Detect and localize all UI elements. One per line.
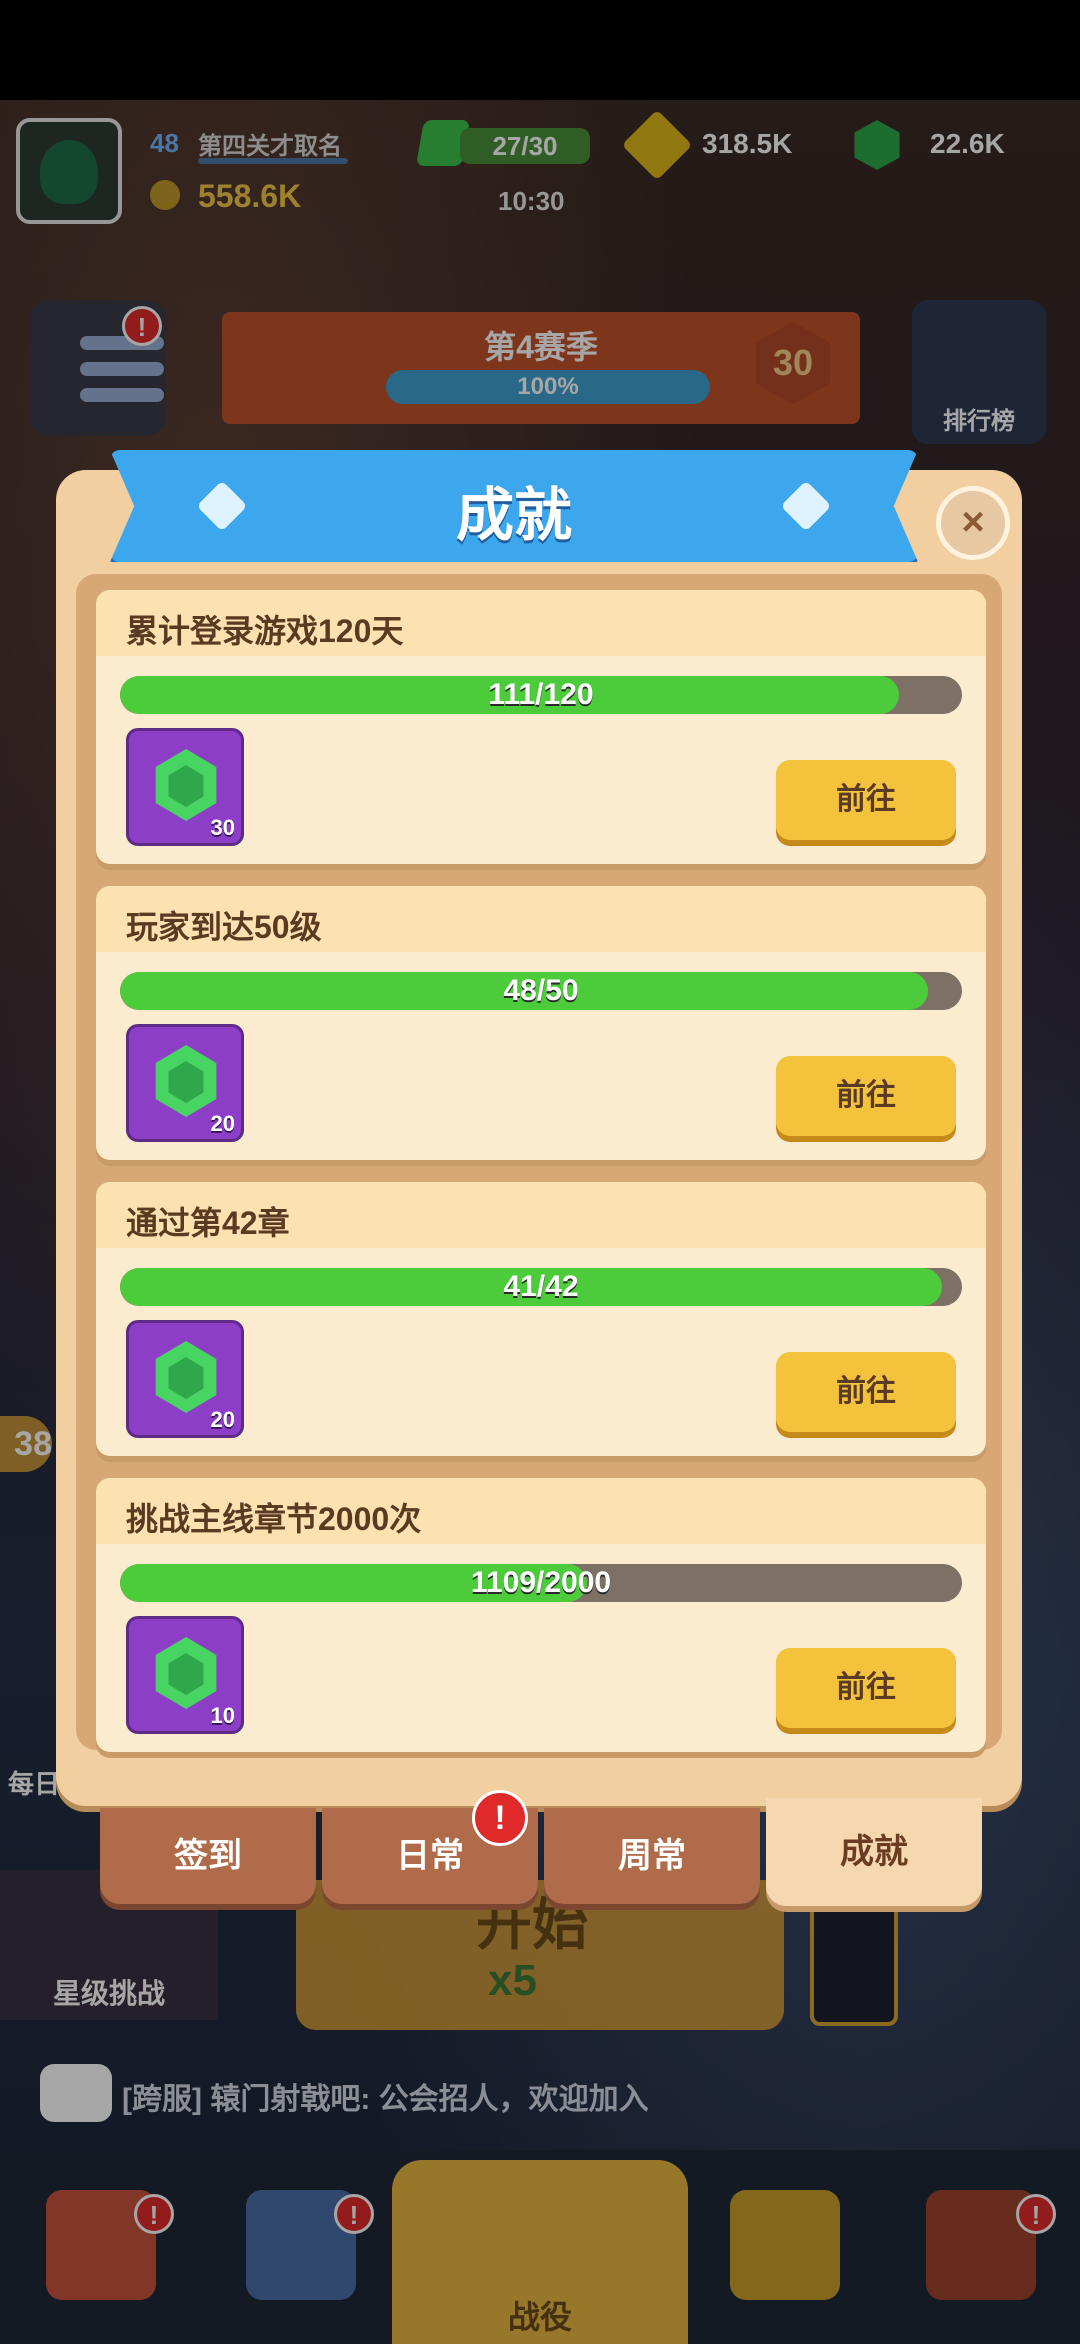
achievement-card: 挑战主线章节2000次 1109/2000 10 前往 [96, 1478, 986, 1752]
daily-alert-badge: ! [472, 1790, 528, 1846]
achievement-progress-bar: 1109/2000 [120, 1564, 962, 1602]
reward-amount: 20 [210, 1407, 235, 1432]
achievement-card: 通过第42章 41/42 20 前往 [96, 1182, 986, 1456]
reward-gem-item[interactable]: 10 [126, 1616, 244, 1734]
card-header: 挑战主线章节2000次 [96, 1478, 986, 1544]
achievement-title: 玩家到达50级 [126, 909, 322, 945]
card-header: 玩家到达50级 [96, 886, 986, 952]
reward-amount: 20 [210, 1111, 235, 1136]
reward-gem-item[interactable]: 30 [126, 728, 244, 846]
go-button[interactable]: 前往 [776, 760, 956, 840]
achievement-progress-bar: 111/120 [120, 676, 962, 714]
modal-title-ribbon: 成就 [110, 450, 918, 562]
achievement-progress-bar: 48/50 [120, 972, 962, 1010]
achievement-progress-bar: 41/42 [120, 1268, 962, 1306]
progress-text: 48/50 [503, 974, 579, 1007]
reward-amount: 30 [210, 815, 235, 840]
reward-gem-item[interactable]: 20 [126, 1024, 244, 1142]
progress-text: 1109/2000 [470, 1566, 612, 1599]
card-header: 累计登录游戏120天 [96, 590, 986, 656]
achievement-card: 累计登录游戏120天 111/120 30 前往 [96, 590, 986, 864]
go-button[interactable]: 前往 [776, 1648, 956, 1728]
progress-text: 111/120 [488, 678, 594, 711]
achievement-card: 玩家到达50级 48/50 20 前往 [96, 886, 986, 1160]
reward-gem-item[interactable]: 20 [126, 1320, 244, 1438]
tab-weekly[interactable]: 周常 [544, 1808, 760, 1904]
tab-checkin[interactable]: 签到 [100, 1808, 316, 1904]
close-button[interactable]: × [936, 486, 1010, 560]
reward-amount: 10 [210, 1703, 235, 1728]
achievement-title: 通过第42章 [126, 1205, 290, 1241]
modal-title: 成就 [455, 483, 572, 548]
achievement-title: 累计登录游戏120天 [126, 613, 404, 649]
achievement-title: 挑战主线章节2000次 [126, 1501, 422, 1537]
progress-text: 41/42 [503, 1270, 579, 1303]
tab-achievements[interactable]: 成就 [766, 1798, 982, 1906]
card-header: 通过第42章 [96, 1182, 986, 1248]
go-button[interactable]: 前往 [776, 1056, 956, 1136]
go-button[interactable]: 前往 [776, 1352, 956, 1432]
